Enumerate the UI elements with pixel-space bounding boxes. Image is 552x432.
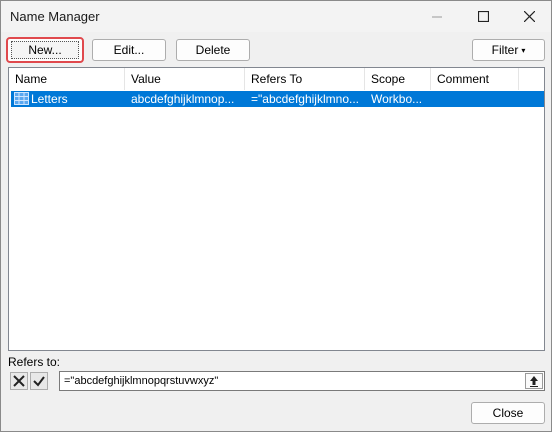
table-row[interactable]: Letters abcdefghijklmnop... ="abcdefghij…	[11, 91, 544, 107]
column-header-comment[interactable]: Comment	[431, 68, 519, 90]
checkmark-icon	[33, 376, 45, 387]
names-list[interactable]: Name Value Refers To Scope Comment Lette…	[8, 67, 545, 351]
title-bar: Name Manager	[1, 1, 551, 32]
list-header: Name Value Refers To Scope Comment	[9, 68, 544, 90]
new-button-focus-frame: New...	[11, 41, 79, 59]
new-button-label: New...	[28, 43, 62, 57]
cancel-edit-button[interactable]	[10, 372, 28, 390]
maximize-icon	[477, 11, 489, 22]
cancel-x-icon	[13, 375, 25, 387]
minimize-icon	[432, 16, 442, 17]
row-refers-to: ="abcdefghijklmno...	[251, 92, 359, 106]
column-header-refers-to[interactable]: Refers To	[245, 68, 365, 90]
named-range-icon	[14, 92, 29, 105]
close-icon	[523, 11, 535, 22]
filter-button[interactable]: Filter ▾	[472, 39, 545, 61]
window-title: Name Manager	[10, 9, 100, 24]
edit-button-label: Edit...	[113, 43, 145, 57]
row-name: Letters	[31, 92, 68, 106]
minimize-button[interactable]	[414, 1, 460, 32]
refers-to-value: ="abcdefghijklmnopqrstuvwxyz"	[64, 375, 219, 387]
confirm-edit-button[interactable]	[30, 372, 48, 390]
column-header-name[interactable]: Name	[9, 68, 125, 90]
collapse-dialog-icon	[530, 376, 538, 387]
close-button-label: Close	[492, 406, 524, 420]
close-window-button[interactable]	[506, 1, 552, 32]
delete-button[interactable]: Delete	[176, 39, 250, 61]
chevron-down-icon: ▾	[521, 45, 526, 55]
refers-to-label: Refers to:	[8, 355, 61, 369]
maximize-button[interactable]	[460, 1, 506, 32]
collapse-dialog-button[interactable]	[525, 373, 543, 389]
new-button[interactable]: New...	[6, 37, 84, 63]
close-button[interactable]: Close	[471, 402, 545, 424]
filter-button-label: Filter	[491, 43, 519, 57]
refers-to-field[interactable]: ="abcdefghijklmnopqrstuvwxyz"	[59, 371, 545, 391]
name-manager-dialog: Name Manager New... Edit... Delete Filte…	[0, 0, 552, 432]
row-value: abcdefghijklmnop...	[131, 92, 235, 106]
row-scope: Workbo...	[371, 92, 423, 106]
column-header-scope[interactable]: Scope	[365, 68, 431, 90]
delete-button-label: Delete	[195, 43, 231, 57]
column-header-value[interactable]: Value	[125, 68, 245, 90]
row-comment	[437, 91, 527, 107]
edit-button[interactable]: Edit...	[92, 39, 166, 61]
